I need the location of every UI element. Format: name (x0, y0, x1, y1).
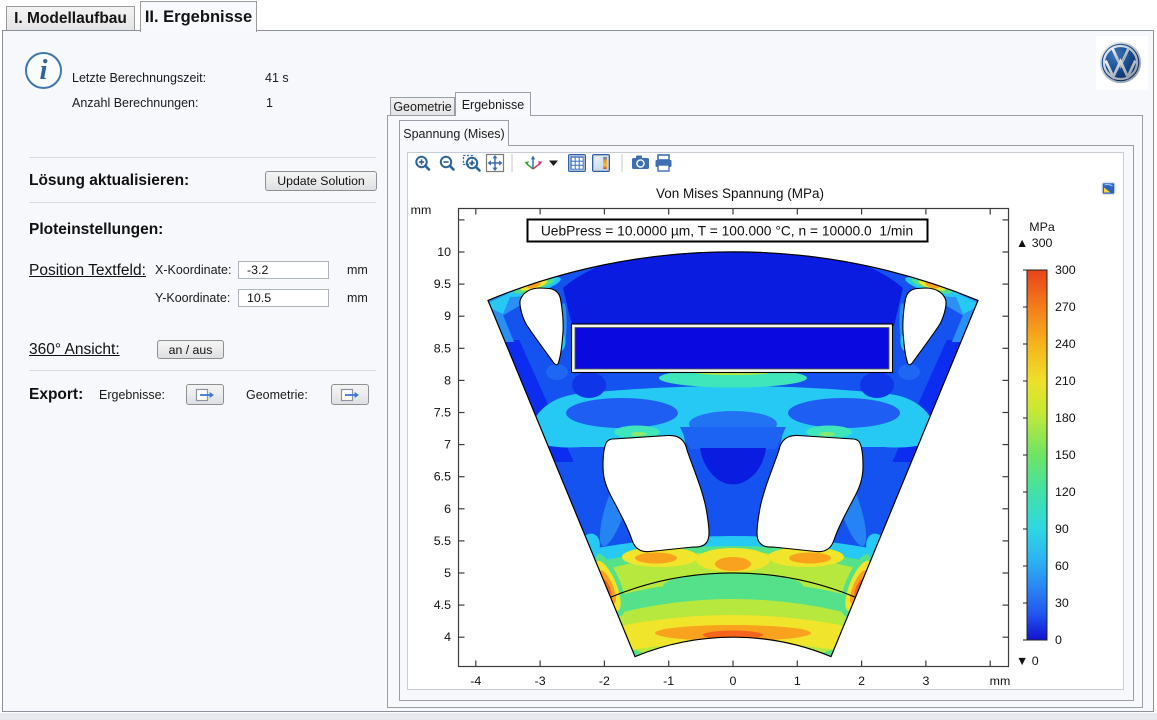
svg-text:60: 60 (1055, 559, 1069, 573)
svg-text:mm: mm (411, 203, 432, 217)
svg-text:▼ 0: ▼ 0 (1016, 654, 1039, 668)
svg-text:2: 2 (858, 674, 865, 688)
svg-text:-1: -1 (663, 674, 674, 688)
svg-text:120: 120 (1055, 485, 1076, 499)
svg-text:0: 0 (730, 674, 737, 688)
svg-text:10: 10 (437, 245, 451, 259)
svg-text:-4: -4 (470, 674, 481, 688)
svg-text:210: 210 (1055, 374, 1076, 388)
svg-text:UebPress = 10.0000 µm, T = 100: UebPress = 10.0000 µm, T = 100.000 °C, n… (541, 224, 913, 239)
svg-text:-3: -3 (535, 674, 546, 688)
svg-text:5.5: 5.5 (434, 534, 451, 548)
svg-text:7.5: 7.5 (434, 406, 451, 420)
svg-text:240: 240 (1055, 337, 1076, 351)
svg-text:90: 90 (1055, 522, 1069, 536)
svg-text:30: 30 (1055, 596, 1069, 610)
svg-text:▲ 300: ▲ 300 (1016, 236, 1052, 250)
svg-text:MPa: MPa (1029, 220, 1055, 234)
svg-text:Von Mises Spannung (MPa): Von Mises Spannung (MPa) (656, 186, 824, 201)
svg-text:9: 9 (444, 309, 451, 323)
svg-text:270: 270 (1055, 300, 1076, 314)
svg-text:300: 300 (1055, 263, 1076, 277)
svg-text:3: 3 (922, 674, 929, 688)
svg-text:150: 150 (1055, 448, 1076, 462)
svg-text:5: 5 (444, 566, 451, 580)
svg-text:-2: -2 (599, 674, 610, 688)
svg-text:8.5: 8.5 (434, 341, 451, 355)
svg-text:6.5: 6.5 (434, 470, 451, 484)
svg-text:180: 180 (1055, 411, 1076, 425)
svg-text:9.5: 9.5 (434, 277, 451, 291)
svg-text:6: 6 (444, 502, 451, 516)
svg-text:7: 7 (444, 438, 451, 452)
svg-text:mm: mm (990, 674, 1011, 688)
svg-text:0: 0 (1055, 633, 1062, 647)
svg-text:8: 8 (444, 373, 451, 387)
svg-text:1: 1 (794, 674, 801, 688)
svg-text:4: 4 (444, 630, 451, 644)
svg-text:4.5: 4.5 (434, 598, 451, 612)
